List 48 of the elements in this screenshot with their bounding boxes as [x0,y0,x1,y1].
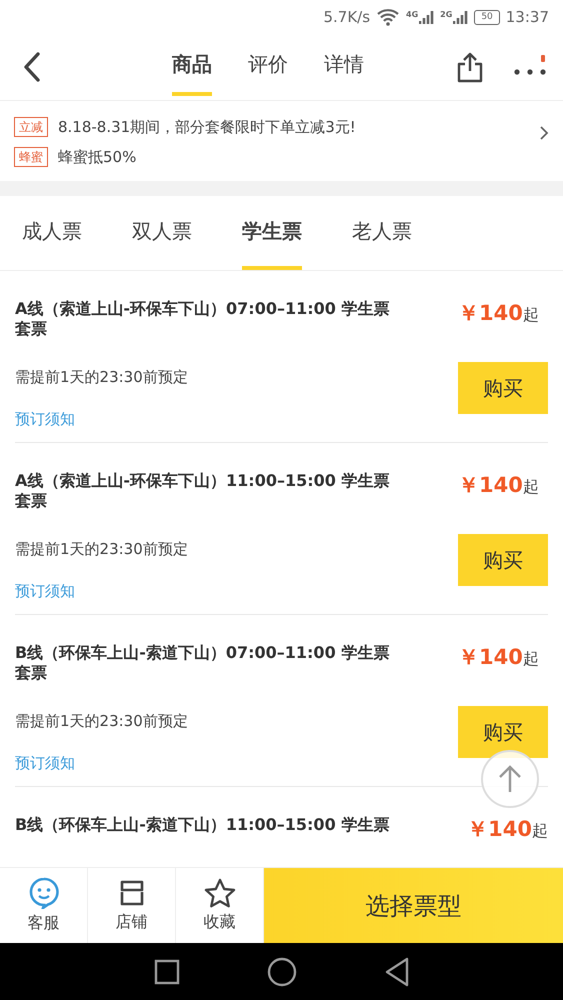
ticket-title: A线（索道上山-环保车下山）07:00–11:00 学生票套票 [15,299,390,340]
battery-level: 50 [474,10,500,24]
clock: 13:37 [506,8,549,26]
share-icon[interactable] [457,51,483,83]
header-tab[interactable]: 评价 [248,38,288,96]
ticket-price: ￥140 [458,644,523,671]
ticket-title: B线（环保车上山-索道下山）11:00–15:00 学生票 [15,815,390,836]
ticket-type-tab[interactable]: 老人票 [352,196,412,270]
buy-button[interactable]: 购买 [458,534,548,586]
promo-tag: 蜂蜜 [14,147,48,167]
more-icon[interactable] [513,68,547,76]
price-suffix: 起 [522,477,539,498]
signal-icon [453,10,468,24]
network-type: 2G [440,10,452,18]
booking-note: 需提前1天的23:30前预定 [15,540,189,560]
smiley-icon [28,877,58,909]
star-icon [204,878,236,908]
back-nav-icon[interactable] [384,956,410,986]
ticket-title: A线（索道上山-环保车下山）11:00–15:00 学生票套票 [15,471,390,512]
ticket-price: ￥140 [458,472,523,499]
booking-note: 需提前1天的23:30前预定 [15,712,189,732]
ticket-price: ￥140 [467,816,532,843]
promo-text: 蜂蜜抵50% [58,148,136,166]
signal-icon [419,10,434,24]
ticket-type-tab[interactable]: 成人票 [22,196,82,270]
recents-icon[interactable] [154,958,180,984]
booking-note: 需提前1天的23:30前预定 [15,368,189,388]
chevron-right-icon[interactable] [539,125,549,141]
back-icon[interactable] [22,51,42,83]
arrow-up-icon [497,764,523,794]
ticket-price: ￥140 [458,300,523,327]
home-icon[interactable] [266,956,296,986]
header-tab[interactable]: 商品 [172,38,212,96]
price-suffix: 起 [532,821,548,842]
price-suffix: 起 [522,305,539,326]
buy-button[interactable]: 购买 [458,362,548,414]
header-tab[interactable]: 详情 [324,38,364,96]
network-type: 4G [406,10,418,18]
ticket-title: B线（环保车上山-索道下山）07:00–11:00 学生票套票 [15,643,390,684]
ticket-type-tab[interactable]: 学生票 [242,196,302,270]
buy-button[interactable]: 购买 [458,706,548,758]
select-ticket-button[interactable]: 选择票型 [264,868,563,943]
wifi-icon [376,8,400,26]
ticket-type-tab[interactable]: 双人票 [132,196,192,270]
network-speed: 5.7K/s [323,8,370,26]
promo-text: 8.18-8.31期间，部分套餐限时下单立减3元! [58,118,356,136]
price-suffix: 起 [522,649,539,670]
promo-tag: 立减 [14,117,48,137]
